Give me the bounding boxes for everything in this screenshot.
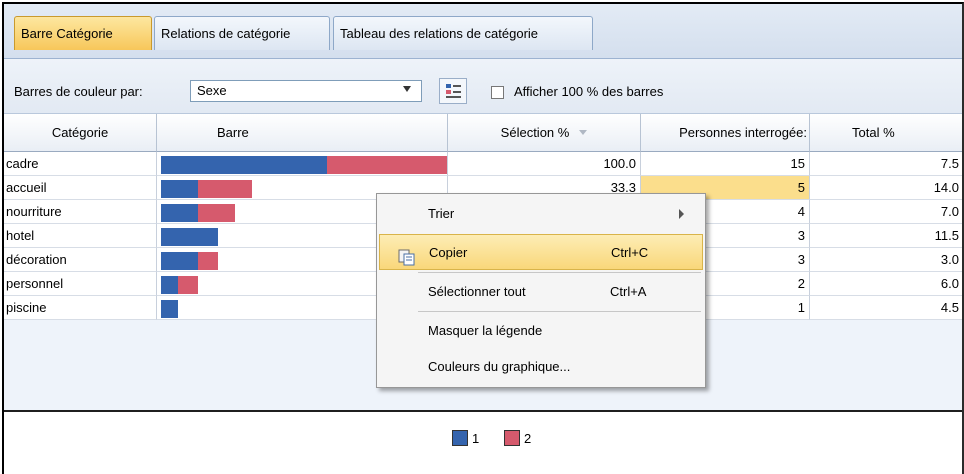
bar-segment-2 xyxy=(178,276,198,294)
bar-segment-1 xyxy=(161,156,327,174)
menu-item-selectionner-tout[interactable]: Sélectionner tout Ctrl+A xyxy=(377,274,705,310)
cell-category[interactable]: piscine xyxy=(4,296,157,320)
cell-respondents[interactable]: 15 xyxy=(641,152,810,176)
cell-total[interactable]: 4.5 xyxy=(810,296,962,320)
bar-segment-2 xyxy=(327,156,447,174)
menu-separator xyxy=(418,272,701,273)
menu-item-label: Masquer la légende xyxy=(428,323,543,338)
cell-total[interactable]: 7.0 xyxy=(810,200,962,224)
show-100-checkbox[interactable] xyxy=(491,86,504,99)
sort-icon xyxy=(579,130,588,135)
tab-strip: Barre Catégorie Relations de catégorie T… xyxy=(4,4,962,59)
bar-segment-2 xyxy=(198,180,252,198)
cell-total[interactable]: 14.0 xyxy=(810,176,962,200)
bar-segment-1 xyxy=(161,276,178,294)
tab-relations-categorie[interactable]: Relations de catégorie xyxy=(154,16,330,50)
cell-category[interactable]: personnel xyxy=(4,272,157,296)
toolbar: Barres de couleur par: Sexe Afficher 100… xyxy=(4,59,962,114)
chart-legend: 1 2 xyxy=(4,412,962,474)
cell-category[interactable]: accueil xyxy=(4,176,157,200)
cell-category[interactable]: cadre xyxy=(4,152,157,176)
menu-item-label: Couleurs du graphique... xyxy=(428,359,571,374)
bar-segment-2 xyxy=(198,204,235,222)
menu-item-label: Sélectionner tout xyxy=(428,284,526,299)
header-categorie[interactable]: Catégorie xyxy=(4,114,157,152)
menu-separator xyxy=(418,311,701,312)
bar-segment-1 xyxy=(161,252,198,270)
legend-swatch-1 xyxy=(452,430,468,446)
cell-bar[interactable] xyxy=(157,152,448,176)
header-selection-label: Sélection % xyxy=(500,125,570,140)
color-by-label: Barres de couleur par: xyxy=(14,84,143,99)
tab-tableau-relations[interactable]: Tableau des relations de catégorie xyxy=(333,16,593,50)
menu-item-masquer-legende[interactable]: Masquer la légende xyxy=(377,313,705,349)
bar-segment-2 xyxy=(198,252,218,270)
bar-segment-1 xyxy=(161,180,198,198)
header-respondents[interactable]: Personnes interrogée: xyxy=(641,114,810,152)
table-row[interactable]: cadre 100.0 15 7.5 xyxy=(4,152,962,176)
app-window: Barre Catégorie Relations de catégorie T… xyxy=(2,2,964,474)
menu-item-couleurs-graphique[interactable]: Couleurs du graphique... xyxy=(377,349,705,385)
legend-toggle-button[interactable] xyxy=(439,78,467,104)
menu-item-label: Trier xyxy=(428,206,455,221)
cell-selection[interactable]: 100.0 xyxy=(448,152,641,176)
cell-total[interactable]: 7.5 xyxy=(810,152,962,176)
legend-label-1: 1 xyxy=(472,431,480,446)
submenu-arrow-icon xyxy=(679,209,684,219)
tab-barre-categorie[interactable]: Barre Catégorie xyxy=(14,16,152,50)
cell-total[interactable]: 3.0 xyxy=(810,248,962,272)
legend-swatch-2 xyxy=(504,430,520,446)
menu-item-trier[interactable]: Trier xyxy=(377,196,705,232)
header-total[interactable]: Total % xyxy=(810,114,962,152)
menu-item-shortcut: Ctrl+C xyxy=(611,245,649,260)
show-100-label[interactable]: Afficher 100 % des barres xyxy=(514,84,663,99)
bar-segment-1 xyxy=(161,204,198,222)
legend-label-2: 2 xyxy=(524,431,532,446)
color-by-value: Sexe xyxy=(197,83,227,98)
menu-item-label: Copier xyxy=(429,245,468,260)
chevron-down-icon xyxy=(403,86,411,92)
menu-item-copier[interactable]: Copier Ctrl+C xyxy=(379,234,703,270)
header-barre[interactable]: Barre xyxy=(157,114,448,152)
context-menu: Trier Copier Ctrl+C Sélectionner tout Ct… xyxy=(376,193,706,388)
cell-category[interactable]: décoration xyxy=(4,248,157,272)
bar-segment-1 xyxy=(161,300,178,318)
cell-total[interactable]: 11.5 xyxy=(810,224,962,248)
cell-category[interactable]: hotel xyxy=(4,224,157,248)
menu-item-shortcut: Ctrl+A xyxy=(610,284,647,299)
header-selection[interactable]: Sélection % xyxy=(448,114,641,152)
cell-total[interactable]: 6.0 xyxy=(810,272,962,296)
copy-icon xyxy=(398,244,416,266)
color-by-select[interactable]: Sexe xyxy=(190,80,422,102)
bar-segment-1 xyxy=(161,228,218,246)
cell-category[interactable]: nourriture xyxy=(4,200,157,224)
